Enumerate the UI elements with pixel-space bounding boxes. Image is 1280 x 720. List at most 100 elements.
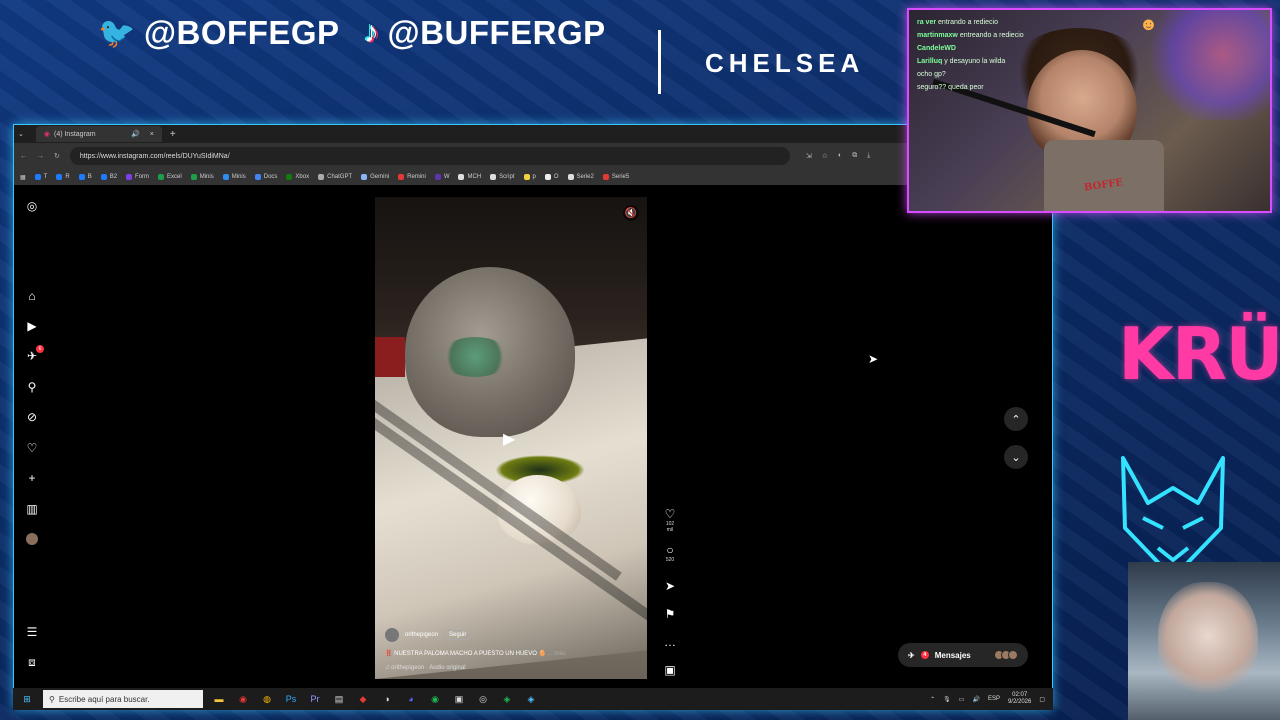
follow-button[interactable]: Seguir [444,630,472,640]
new-tab-button[interactable]: + [170,129,176,140]
download-icon[interactable]: ⤓ [867,152,870,160]
tab-search-icon[interactable]: ⌄ [18,130,24,138]
bookmark-item[interactable]: T [34,174,47,180]
profile-avatar[interactable] [25,532,39,546]
bookmark-item[interactable]: Minis [190,174,214,180]
steam-icon[interactable]: ◑ [379,691,395,707]
chat-message: martinmaxw entreando a rediecio [917,32,1024,39]
create-plus-icon[interactable]: + [25,471,39,485]
comment-action[interactable]: ○ 520 [662,543,678,563]
also-from-meta-icon[interactable]: ⧈ [25,655,39,669]
bookmark-item[interactable]: W [434,174,449,180]
instagram-logo-icon[interactable]: ◎ [25,199,39,213]
chevron-up-icon: ⌃ [1011,413,1021,426]
file-explorer-icon[interactable]: ▬ [211,691,227,707]
bookmark-item[interactable]: ChatGPT [318,174,352,180]
audio-thumbnail-icon[interactable]: ▣ [662,663,678,677]
save-action[interactable]: ⚑ [662,607,678,621]
reel-audio[interactable]: ♫ orithepigeon · Audio original [385,665,637,671]
previous-reel-button[interactable]: ⌃ [1004,407,1028,431]
app-icon[interactable]: ◈ [523,691,539,707]
bookmark-item[interactable]: Xbox [286,174,309,180]
tab-audio-icon[interactable]: 🔊 [131,130,140,138]
tray-chevron-icon[interactable]: ⌃ [930,696,935,703]
photoshop-icon[interactable]: Ps [283,691,299,707]
app-icon[interactable]: ◉ [235,691,251,707]
volume-icon[interactable]: 🔊 [972,696,979,703]
like-action[interactable]: ♡ 102 mil [662,507,678,533]
heart-icon[interactable]: ♡ [662,507,678,521]
dashboard-icon[interactable]: ▥ [25,502,39,516]
bookmark-item[interactable]: B2 [100,174,117,180]
overlay-divider [658,30,661,94]
extension-icon[interactable]: ◐ [838,152,842,160]
more-dots-icon[interactable]: … [662,635,678,649]
discord-icon[interactable]: ◕ [403,691,419,707]
bookmark-item[interactable]: Serie2 [567,174,594,180]
vscode-icon[interactable]: ▤ [331,691,347,707]
reel-video[interactable]: 🔇 ▶ orithepigeon Seguir ‼️ NUESTRA PALOM… [375,197,647,679]
audio-thumb[interactable]: ▣ [662,663,678,677]
premiere-icon[interactable]: Pr [307,691,323,707]
bookmark-icon[interactable]: ⚑ [662,607,678,621]
bookmark-item[interactable]: R [56,174,70,180]
share-icon[interactable]: ➤ [662,579,678,593]
next-reel-button[interactable]: ⌄ [1004,445,1028,469]
tab-instagram[interactable]: ◉ (4) Instagram 🔊 × [35,126,162,142]
extensions-puzzle-icon[interactable]: ⧉ [852,152,857,160]
bookmark-item[interactable]: Script [490,174,515,180]
apps-grid-icon[interactable]: ▦ [20,174,26,181]
bookmark-item[interactable]: Remini [398,174,426,180]
app-icon[interactable]: ▣ [451,691,467,707]
bookmark-item[interactable]: Excel [158,174,182,180]
bookmark-star-icon[interactable]: ☆ [822,152,828,160]
bookmark-item[interactable]: O [544,174,559,180]
tab-close-icon[interactable]: × [150,131,154,138]
bookmark-item[interactable]: Minis [222,174,246,180]
taskbar-search[interactable]: ⚲ Escribe aquí para buscar. [43,690,203,708]
language-indicator[interactable]: ESP [988,696,1000,702]
install-app-icon[interactable]: ⇲ [806,152,812,160]
bookmark-item[interactable]: Gemini [361,174,389,180]
search-icon[interactable]: ⚲ [25,380,39,394]
play-icon[interactable]: ▶ [503,429,515,449]
share-action[interactable]: ➤ [662,579,678,593]
author-username[interactable]: orithepigeon [405,632,438,638]
bookmark-item[interactable]: MCH [458,174,481,180]
taskbar-clock[interactable]: 02:07 9/2/2026 [1008,692,1031,706]
kru-logo: KRÜ [1118,312,1280,396]
obs-icon[interactable]: ◎ [475,691,491,707]
messages-button[interactable]: ✈ 4 Mensajes [898,643,1028,667]
app-icon[interactable]: ◈ [499,691,515,707]
webcam-feed: BOFFE ☻ ra ver entrando a rediecio marti… [907,8,1272,213]
network-icon[interactable]: ▭ [959,696,965,703]
forward-icon[interactable]: → [37,153,44,160]
caption-more-link[interactable]: ... más [548,651,566,657]
comment-icon[interactable]: ○ [662,543,678,557]
bookmark-item[interactable]: p [523,174,536,180]
bookmark-item[interactable]: B [78,174,92,180]
home-icon[interactable]: ⌂ [25,289,39,303]
messages-icon: ✈ [908,650,915,660]
messages-icon[interactable]: ✈ 6 [25,345,44,363]
bookmark-item[interactable]: Serie5 [602,174,629,180]
app-icon[interactable]: ◆ [355,691,371,707]
notification-center-icon[interactable]: ▢ [1039,696,1045,703]
microphone-icon[interactable]: 🎙 [943,696,951,703]
explore-compass-icon[interactable]: ⊘ [25,410,39,424]
reload-icon[interactable]: ↻ [54,152,60,160]
more-menu-icon[interactable]: ☰ [25,625,39,639]
spotify-icon[interactable]: ◉ [427,691,443,707]
more-action[interactable]: … [662,635,678,649]
reels-icon[interactable]: ▶ [25,319,39,333]
author-avatar[interactable] [385,628,399,642]
audio-toggle-icon[interactable]: 🔇 [623,205,639,221]
bookmark-item[interactable]: Docs [254,174,277,180]
windows-start-icon[interactable]: ⊞ [19,691,35,707]
bookmark-item[interactable]: Form [126,174,149,180]
back-icon[interactable]: ← [20,153,27,160]
chrome-icon[interactable]: ◍ [259,691,275,707]
instagram-page: ◎ ⌂ ▶ ✈ 6 ⚲ ⊘ ♡ + ▥ ☰ ⧈ 🔇 ▶ orithepigeon… [14,185,1052,697]
url-field[interactable]: https://www.instagram.com/reels/DUYuSIdi… [69,147,790,165]
notifications-heart-icon[interactable]: ♡ [25,441,39,455]
